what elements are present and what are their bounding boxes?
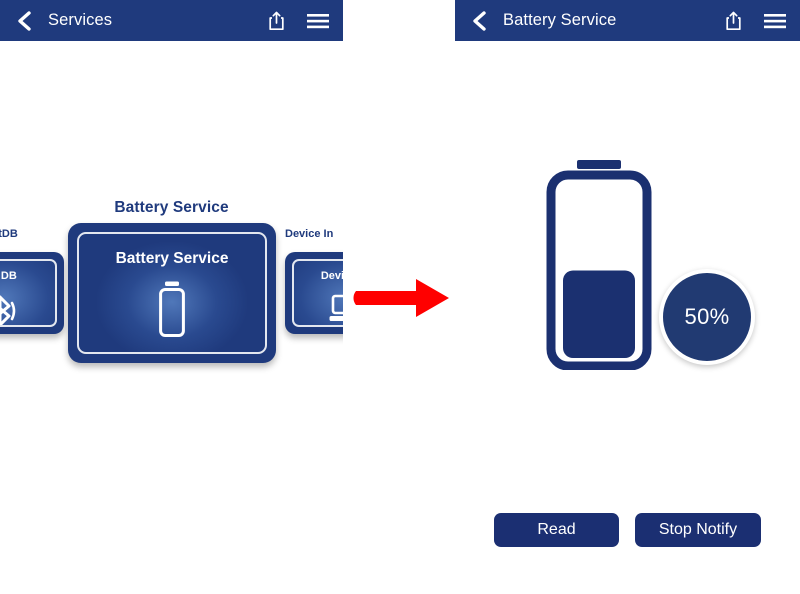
share-button[interactable] bbox=[720, 8, 746, 34]
bluetooth-icon-wrap bbox=[0, 294, 19, 325]
card-title-tdb: T DB bbox=[0, 270, 17, 282]
menu-button[interactable] bbox=[762, 8, 788, 34]
battery-level-indicator bbox=[546, 160, 652, 370]
battery-level-icon bbox=[546, 160, 652, 370]
device-information-icon-wrap bbox=[328, 294, 343, 325]
hamburger-menu-icon bbox=[764, 13, 786, 28]
card-title-device-information: Device In bbox=[320, 270, 343, 282]
left-navbar: Services bbox=[0, 0, 343, 41]
battery-icon-wrap bbox=[153, 280, 191, 343]
card-inner-tdb: T DB bbox=[0, 259, 57, 327]
card-inner-device-information: Device In bbox=[292, 259, 343, 327]
battery-terminal bbox=[577, 160, 621, 169]
read-button[interactable]: Read bbox=[494, 513, 619, 547]
device-information-icon bbox=[329, 294, 343, 321]
service-card-device-information[interactable]: Device In bbox=[285, 252, 343, 334]
card-label-tdb: tDB bbox=[0, 228, 18, 240]
carousel-active-title: Battery Service bbox=[114, 199, 229, 216]
chevron-left-icon bbox=[18, 10, 31, 31]
battery-percentage-label: 50% bbox=[684, 304, 730, 329]
share-button[interactable] bbox=[263, 8, 289, 34]
services-screen: Services Battery Service tDB T DB bbox=[0, 0, 343, 594]
menu-button[interactable] bbox=[305, 8, 331, 34]
chevron-left-icon bbox=[473, 10, 486, 31]
battery-percentage-badge: 50% bbox=[659, 269, 755, 365]
back-button[interactable] bbox=[467, 9, 491, 33]
right-navbar: Battery Service bbox=[455, 0, 800, 41]
stop-notify-button[interactable]: Stop Notify bbox=[635, 513, 761, 547]
card-inner-battery-service: Battery Service bbox=[77, 232, 267, 354]
left-screen-title: Services bbox=[48, 11, 113, 29]
right-screen-title: Battery Service bbox=[503, 11, 617, 29]
battery-fill bbox=[563, 270, 635, 358]
card-label-device-information: Device In bbox=[285, 228, 334, 240]
share-icon bbox=[725, 11, 741, 30]
card-title-battery-service: Battery Service bbox=[115, 250, 229, 267]
share-icon bbox=[268, 11, 284, 30]
back-button[interactable] bbox=[12, 9, 36, 33]
service-card-tdb[interactable]: T DB bbox=[0, 252, 64, 334]
service-card-battery-service[interactable]: Battery Service bbox=[68, 223, 276, 363]
red-right-arrow-icon bbox=[353, 279, 449, 317]
transition-arrow bbox=[353, 279, 449, 317]
battery-icon bbox=[159, 281, 185, 337]
bluetooth-icon bbox=[0, 295, 16, 325]
hamburger-menu-icon bbox=[307, 13, 329, 28]
